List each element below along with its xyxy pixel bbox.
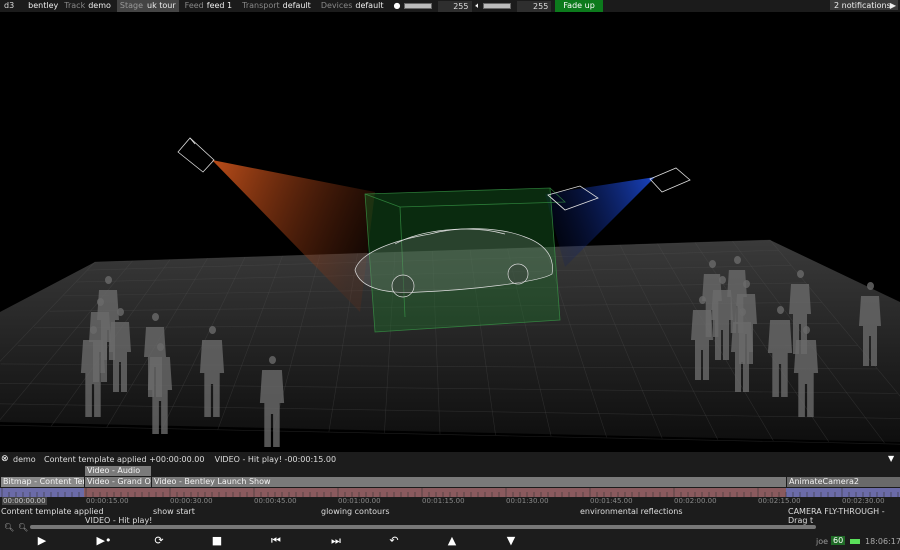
timeline-status: Content template applied +00:00:00.00 VI…: [44, 455, 337, 464]
layer-animate-camera[interactable]: AnimateCamera2: [787, 477, 900, 487]
projector-left: [177, 137, 215, 173]
projector-right: [649, 167, 691, 193]
layer-bitmap-content-template[interactable]: Bitmap - Content Templ: [1, 477, 84, 487]
stage-viewport[interactable]: [0, 12, 900, 452]
timeline-scrollbar[interactable]: [30, 525, 816, 529]
marker[interactable]: show start: [153, 507, 195, 516]
loop-button[interactable]: ⟳: [151, 534, 167, 548]
volume-value[interactable]: 255: [517, 0, 552, 12]
app-name: d3: [4, 1, 15, 10]
fade-up-button[interactable]: Fade up: [555, 0, 603, 12]
up-button[interactable]: ▲: [444, 534, 460, 548]
devices-value[interactable]: default: [355, 0, 383, 12]
close-icon[interactable]: ⊗: [1, 454, 9, 464]
marker[interactable]: CAMERA FLY-THROUGH - Drag t: [788, 507, 900, 525]
ruler-segment: [0, 488, 84, 497]
transport-label: Transport: [242, 1, 280, 10]
feed-label: Feed: [184, 1, 204, 10]
timeline-ruler[interactable]: [0, 488, 900, 497]
time-label: 00:01:30.00: [506, 497, 549, 505]
brightness-slider[interactable]: [403, 3, 432, 9]
devices-label: Devices: [320, 1, 353, 10]
previous-button[interactable]: ⏮︎: [268, 534, 284, 548]
timeline-panel: ⊗ demo Content template applied +00:00:0…: [0, 452, 900, 550]
marker[interactable]: VIDEO - Hit play!: [85, 516, 152, 525]
time-label: 00:01:00.00: [338, 497, 381, 505]
play-arrow-icon: ▶: [889, 1, 896, 10]
stop-button[interactable]: ■: [209, 534, 225, 548]
play-to-end-button[interactable]: ▶•: [94, 534, 114, 548]
marker[interactable]: environmental reflections: [580, 507, 683, 516]
down-button[interactable]: ▼: [503, 534, 519, 548]
clock: 18:06:17: [865, 537, 900, 546]
user-name: joe: [816, 537, 829, 546]
marker[interactable]: glowing contours: [321, 507, 390, 516]
time-label: 00:01:15.00: [422, 497, 465, 505]
feed-value[interactable]: feed 1: [207, 0, 232, 12]
brightness-icon: ●: [393, 1, 401, 10]
stage-selector[interactable]: Stage uk tour: [116, 0, 179, 12]
fps-badge: 60: [831, 536, 846, 545]
time-label: 00:02:30.00: [842, 497, 885, 505]
layer-video-bentley-launch-show[interactable]: Video - Bentley Launch Show: [152, 477, 786, 487]
brightness-value[interactable]: 255: [437, 0, 472, 12]
ruler-segment: [786, 488, 900, 497]
volume-slider[interactable]: [483, 3, 512, 9]
layer-video-grand-opening[interactable]: Video - Grand Ope: [85, 477, 151, 487]
undo-button[interactable]: ↶: [386, 534, 402, 548]
transport-value[interactable]: default: [283, 0, 311, 12]
zoom-out-icon[interactable]: 🔍︎: [4, 523, 14, 532]
battery-icon: [850, 539, 860, 544]
track-value[interactable]: demo: [88, 0, 111, 12]
dropdown-arrow-icon[interactable]: ▼: [888, 454, 894, 463]
time-label: 00:00:30.00: [170, 497, 213, 505]
project-name[interactable]: bentley: [28, 0, 58, 12]
stage-label: Stage: [119, 1, 144, 10]
notifications-button[interactable]: 2 notifications ▶: [830, 0, 898, 10]
zoom-in-icon[interactable]: 🔍︎: [18, 523, 28, 532]
layer-video-audio[interactable]: Video - Audio: [85, 466, 151, 476]
track-name: demo: [13, 455, 36, 464]
time-label: 00:02:00.00: [674, 497, 717, 505]
next-button[interactable]: ⏭︎: [328, 534, 344, 548]
volume-icon: 🔈︎: [475, 1, 481, 10]
play-button[interactable]: ▶: [34, 534, 50, 548]
time-label: 00:01:45.00: [590, 497, 633, 505]
notifications-label: 2 notifications: [834, 1, 891, 10]
marker[interactable]: Content template applied: [1, 507, 104, 516]
time-label: 00:00:15.00: [86, 497, 129, 505]
stage-value: uk tour: [147, 1, 176, 10]
time-label: 00:00:45.00: [254, 497, 297, 505]
top-bar: d3 bentley Track demo Stage uk tour Feed fe…: [0, 0, 900, 12]
time-label: 00:00:00.00: [2, 497, 47, 505]
time-label: 00:02:15.00: [758, 497, 801, 505]
track-label: Track: [64, 1, 86, 10]
